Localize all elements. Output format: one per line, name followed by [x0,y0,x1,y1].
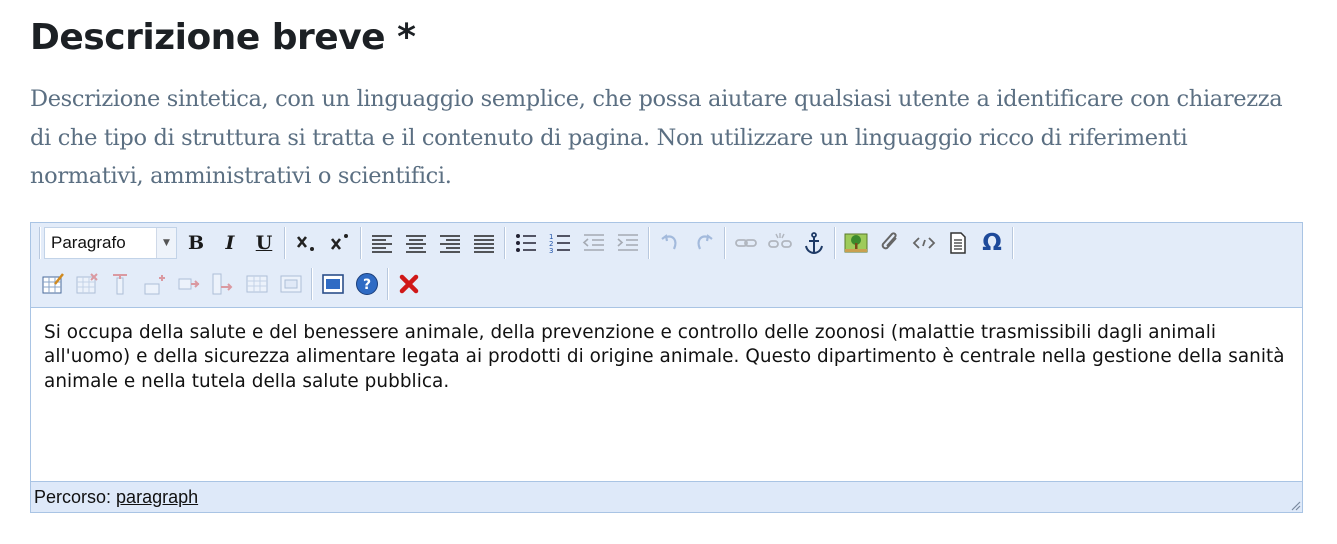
toolbar-separator [39,227,41,259]
align-right-icon [440,235,460,253]
html-source-button[interactable] [908,227,940,259]
image-button[interactable] [840,227,872,259]
table-cell-icon [280,275,302,293]
table-cell-button[interactable] [275,268,307,300]
bullet-list-button[interactable] [510,227,542,259]
toolbar-separator [834,227,836,259]
align-justify-button[interactable] [468,227,500,259]
subscript-icon [296,236,314,251]
attachment-icon [881,232,897,250]
toolbar-row-1: Paragrafo ▼ B I U 1 2 3 Ω [36,224,1017,262]
italic-icon: I [225,232,235,254]
format-select-value: Paragrafo [51,233,126,252]
fullscreen-icon [322,274,344,294]
field-help-text: Descrizione sintetica, con un linguaggio… [30,86,1283,189]
subscript-button[interactable] [290,227,322,259]
superscript-icon [330,234,348,250]
outdent-icon [582,234,604,251]
numbered-list-button[interactable]: 123 [544,227,576,259]
help-button[interactable]: ? [351,268,383,300]
bullet-list-icon [516,234,536,252]
indent-button[interactable] [612,227,644,259]
align-center-button[interactable] [400,227,432,259]
field-title: Descrizione breve * [30,17,416,58]
unlink-button[interactable] [764,227,796,259]
toolbar-separator [311,268,313,300]
redo-button[interactable] [688,227,720,259]
table-merge-icon [212,273,233,295]
align-justify-icon [474,235,494,253]
path-element-link[interactable]: paragraph [116,487,198,507]
special-char-button[interactable]: Ω [976,227,1008,259]
unlink-icon [768,233,792,248]
superscript-button[interactable] [324,227,356,259]
link-button[interactable] [730,227,762,259]
svg-text:3: 3 [549,247,553,255]
indent-icon [617,234,638,251]
align-right-button[interactable] [434,227,466,259]
redo-icon [697,234,713,250]
numbered-list-icon: 123 [549,233,570,255]
table-row-button[interactable] [139,268,171,300]
format-select[interactable]: Paragrafo ▼ [44,227,177,259]
table-split-button[interactable] [173,268,205,300]
paste-text-icon [950,232,966,254]
toolbar-row-2: ? [36,265,426,303]
toolbar-separator [360,227,362,259]
toolbar-separator [724,227,726,259]
bold-icon: B [187,232,205,254]
link-icon [735,239,757,247]
toolbar-separator [1012,227,1014,259]
path-label: Percorso: [34,487,112,507]
omega-icon: Ω [982,230,1002,256]
undo-button[interactable] [654,227,686,259]
fullscreen-button[interactable] [317,268,349,300]
toolbar-separator [504,227,506,259]
html-source-icon [912,237,936,249]
close-button[interactable] [393,268,425,300]
paste-text-button[interactable] [942,227,974,259]
table-split-icon [178,278,200,290]
anchor-icon [805,232,823,255]
table-col-icon [113,274,127,295]
table-delete-button[interactable] [71,268,103,300]
align-center-icon [406,235,426,253]
close-icon [399,274,419,294]
toolbar-separator [648,227,650,259]
table-props-button[interactable] [241,268,273,300]
image-icon [844,233,868,253]
outdent-button[interactable] [578,227,610,259]
underline-button[interactable]: U [248,227,280,259]
italic-button[interactable]: I [214,227,246,259]
table-delete-icon [76,273,98,294]
anchor-button[interactable] [798,227,830,259]
svg-text:?: ? [363,277,371,293]
editor-toolbar: Paragrafo ▼ B I U 1 2 3 Ω ? [31,223,1302,307]
rich-text-editor: Paragrafo ▼ B I U 1 2 3 Ω ? Si occupa de… [30,222,1303,513]
table-insert-button[interactable] [37,268,69,300]
undo-icon [661,234,677,250]
resize-handle-icon[interactable] [1289,499,1301,511]
toolbar-separator [284,227,286,259]
table-props-icon [246,275,268,293]
table-row-icon [144,275,165,295]
toolbar-separator [387,268,389,300]
align-left-icon [372,235,392,253]
help-icon: ? [356,273,378,295]
table-merge-button[interactable] [207,268,239,300]
editor-content[interactable]: Si occupa della salute e del benessere a… [31,307,1302,482]
underline-icon: U [255,232,273,254]
table-col-button[interactable] [105,268,137,300]
align-left-button[interactable] [366,227,398,259]
table-insert-icon [42,273,64,294]
attachment-button[interactable] [874,227,906,259]
chevron-down-icon[interactable]: ▼ [156,228,176,258]
bold-button[interactable]: B [180,227,212,259]
editor-statusbar: Percorso: paragraph [31,482,1302,512]
